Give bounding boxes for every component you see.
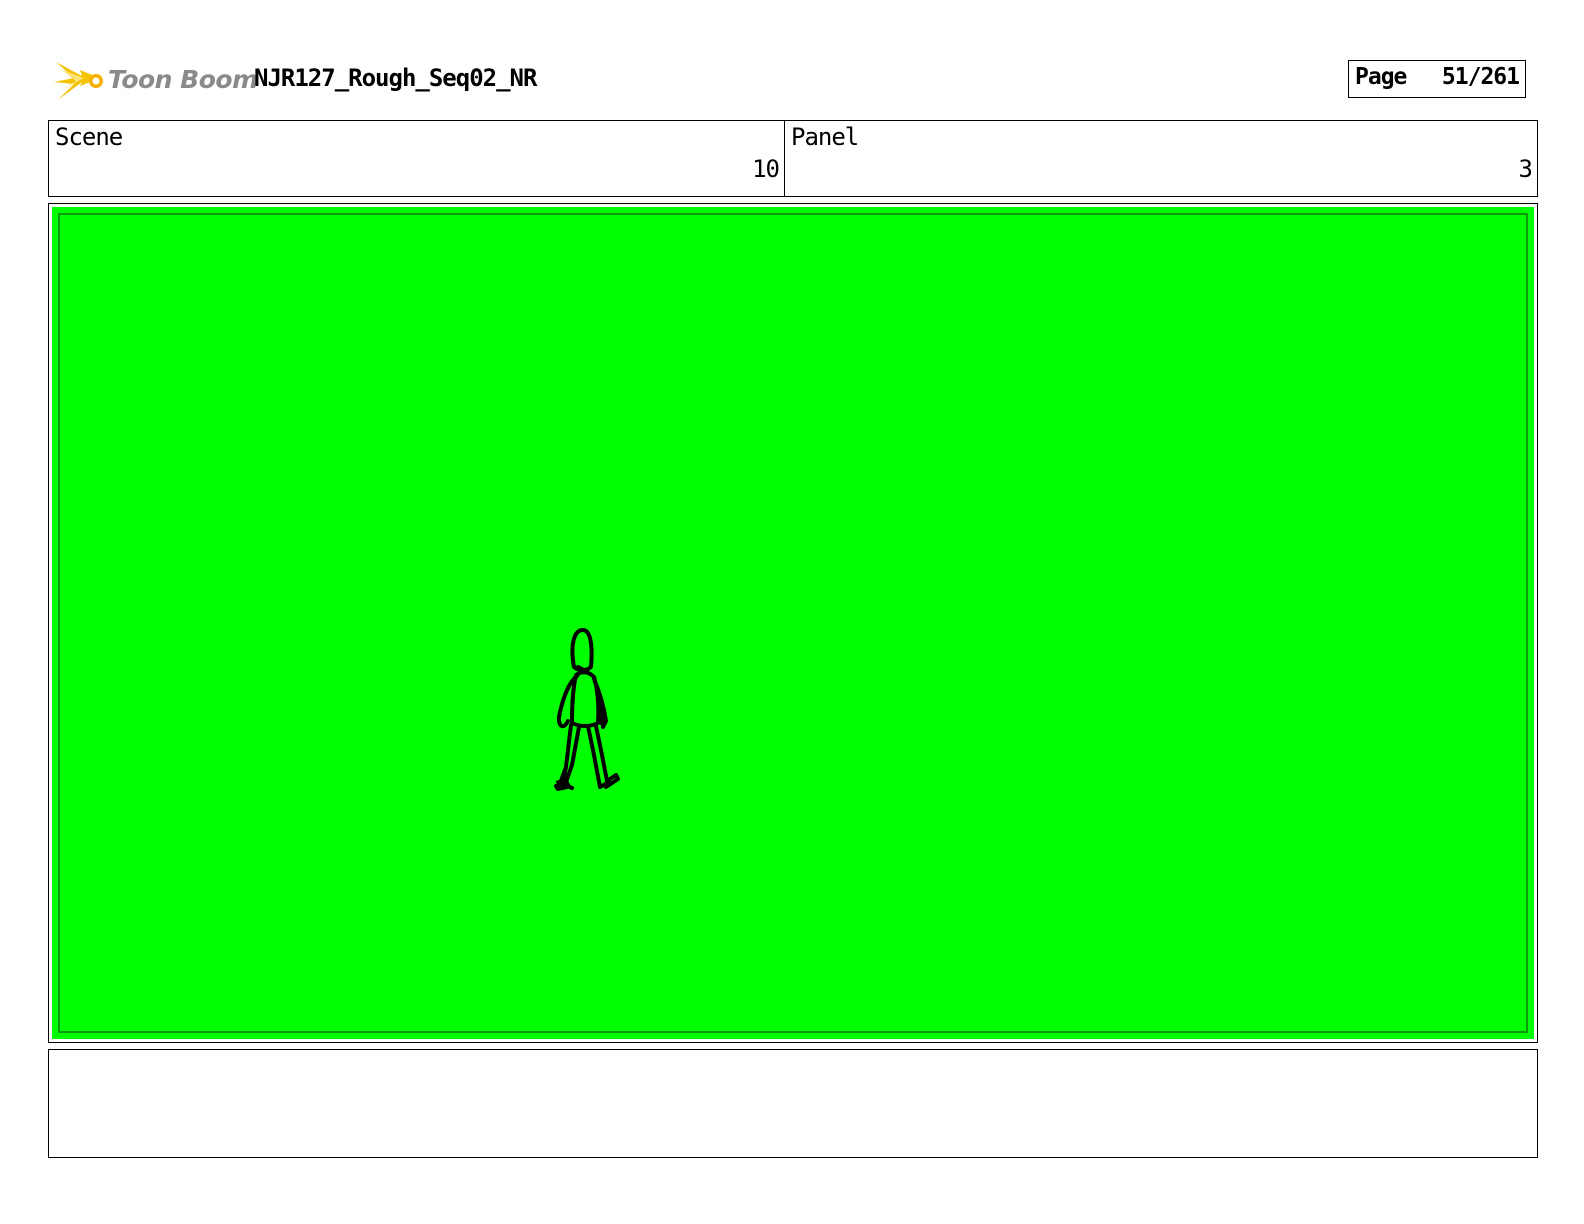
panel-cell: Panel 3 [785,121,1537,196]
scene-panel-info: Scene 10 Panel 3 [48,120,1538,197]
scene-cell: Scene 10 [49,121,785,196]
page-header: Toon Boom NJR127_Rough_Seq02_NR Page 51/… [48,56,1538,106]
page-indicator: Page 51/261 [1348,60,1526,98]
panel-number: 3 [1518,155,1533,183]
scene-label: Scene [55,123,123,151]
panel-label: Panel [791,123,859,151]
panel-notes [48,1049,1538,1158]
page-label: Page [1355,64,1407,90]
page-number: 51/261 [1441,64,1520,90]
stick-figure-drawing [554,628,620,791]
panel-drawing [52,207,1534,1039]
scene-number: 10 [752,155,780,183]
storyboard-panel-frame [48,203,1538,1043]
project-title: NJR127_Rough_Seq02_NR [254,64,537,92]
starburst-icon [54,62,103,100]
toon-boom-logo: Toon Boom [52,56,258,106]
logo-wordmark: Toon Boom [108,65,258,94]
